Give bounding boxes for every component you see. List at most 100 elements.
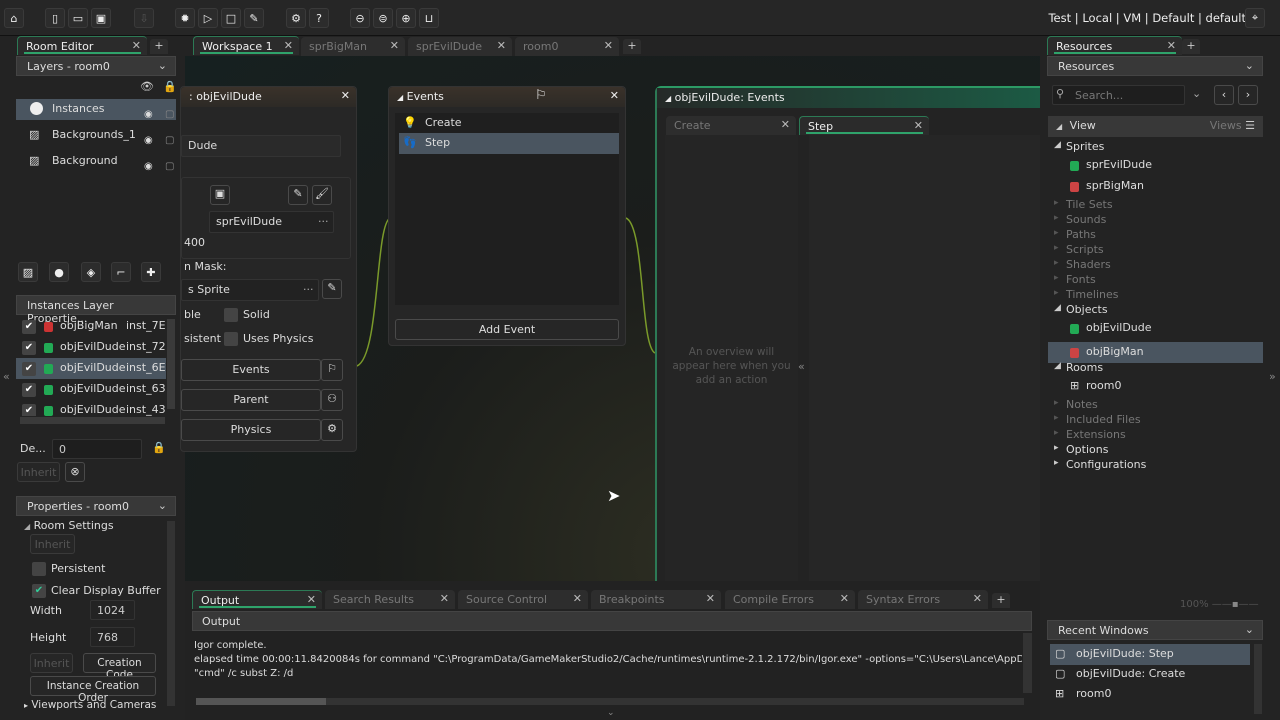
instance-row[interactable]: ✔ objEvilDude inst_72(: [16, 337, 166, 358]
close-icon[interactable]: ✕: [440, 592, 449, 605]
room-settings-section[interactable]: ◢ Room Settings: [24, 519, 164, 532]
recent-scrollbar[interactable]: [1254, 644, 1262, 714]
collapsed-icon[interactable]: ▸: [1054, 213, 1059, 223]
parent-icon[interactable]: ⚇: [321, 389, 343, 411]
chevron-down-icon[interactable]: ⌄: [1192, 87, 1201, 100]
resource-empty-notes[interactable]: ▸ Notes: [1048, 398, 1263, 413]
close-icon[interactable]: ✕: [573, 592, 582, 605]
instance-row[interactable]: ✔ objBigMan inst_7E(: [16, 316, 166, 337]
creation-code-button[interactable]: Creation Code: [83, 653, 156, 681]
open-project-icon[interactable]: ▭: [68, 8, 88, 28]
layer-visibility-icons[interactable]: ◉ ◉ ◉: [144, 102, 153, 180]
layer-lock-icons[interactable]: ▢ ▢ ▢: [165, 102, 174, 180]
save-icon[interactable]: ▣: [91, 8, 111, 28]
resource-empty-shaders[interactable]: ▸ Shaders: [1048, 258, 1263, 273]
resource-empty-tile-sets[interactable]: ▸ Tile Sets: [1048, 198, 1263, 213]
collapse-overview-icon[interactable]: «: [798, 360, 805, 373]
target-icon[interactable]: ⌖: [1245, 8, 1265, 28]
events-titlebar[interactable]: ◢ Events ⚐ ✕: [389, 87, 625, 107]
persistent-checkbox[interactable]: [32, 562, 46, 576]
resource-empty-extensions[interactable]: ▸ Extensions: [1048, 428, 1263, 443]
resource-group-configurations[interactable]: ▸ Configurations: [1048, 458, 1263, 473]
resource-item-sprbigman[interactable]: sprBigMan: [1048, 179, 1263, 194]
target-selector[interactable]: Test | Local | VM | Default | default: [1048, 11, 1246, 25]
properties-scrollbar[interactable]: [167, 521, 175, 706]
inherit-button[interactable]: Inherit: [30, 653, 73, 673]
expanded-icon[interactable]: ◢: [1054, 140, 1061, 150]
close-icon[interactable]: ✕: [706, 592, 715, 605]
uses-physics-checkbox[interactable]: [224, 332, 238, 346]
output-horizontal-scrollbar[interactable]: [196, 698, 1024, 705]
resource-group-objects[interactable]: ◢ Objects: [1048, 303, 1263, 318]
scrollbar-thumb[interactable]: [196, 698, 326, 705]
zoom-reset-icon[interactable]: ⊜: [373, 8, 393, 28]
instance-row-selected[interactable]: ✔ objEvilDudeinst_6E2: [16, 358, 166, 379]
clear-display-buffer-checkbox[interactable]: ✔: [32, 584, 46, 598]
forward-icon[interactable]: ›: [1238, 85, 1258, 105]
close-icon[interactable]: ✕: [840, 592, 849, 605]
resource-empty-included-files[interactable]: ▸ Included Files: [1048, 413, 1263, 428]
resources-header[interactable]: Resources ⌄: [1047, 56, 1263, 76]
recent-item-objevildude-create[interactable]: ▢ objEvilDude: Create: [1050, 664, 1250, 685]
edit-mask-icon[interactable]: ✎: [322, 279, 342, 299]
viewports-section[interactable]: ▸ Viewports and Cameras: [24, 699, 156, 710]
resource-group-sprites[interactable]: ◢ Sprites: [1048, 140, 1263, 155]
tab-compile-errors[interactable]: Compile Errors ✕: [725, 590, 855, 609]
collapsed-icon[interactable]: ▸: [1054, 443, 1059, 453]
collapsed-icon[interactable]: ▸: [1054, 428, 1059, 438]
expanded-icon[interactable]: ◢: [1054, 303, 1061, 313]
resource-item-objbigman[interactable]: objBigMan: [1048, 342, 1263, 363]
checkbox[interactable]: ✔: [22, 341, 36, 355]
tab-source-control[interactable]: Source Control ✕: [458, 590, 588, 609]
clear-icon[interactable]: ⊗: [65, 462, 85, 482]
close-icon[interactable]: ✕: [973, 592, 982, 605]
checkbox[interactable]: ✔: [22, 404, 36, 416]
tab-breakpoints[interactable]: Breakpoints ✕: [591, 590, 721, 609]
checkbox[interactable]: ✔: [22, 362, 36, 376]
add-tab-button[interactable]: +: [1182, 39, 1200, 54]
object-editor-titlebar[interactable]: : objEvilDude ✕: [181, 87, 356, 107]
debug-icon[interactable]: ✹: [175, 8, 195, 28]
resource-item-sprevildude[interactable]: sprEvilDude: [1048, 158, 1263, 173]
recent-windows-header[interactable]: Recent Windows ⌄: [1047, 620, 1263, 640]
collapse-right-icon[interactable]: »: [1269, 370, 1276, 383]
flag-icon[interactable]: ⚐: [535, 88, 547, 103]
resource-empty-scripts[interactable]: ▸ Scripts: [1048, 243, 1263, 258]
recent-item-objevildude-step[interactable]: ▢ objEvilDude: Step: [1050, 644, 1250, 665]
layers-header[interactable]: Layers - room0 ⌄: [16, 56, 176, 76]
physics-button[interactable]: Physics: [181, 419, 321, 441]
tab-step[interactable]: Step ✕: [799, 116, 929, 135]
add-instance-layer-icon[interactable]: ●: [49, 262, 69, 282]
add-folder-icon[interactable]: ✚: [141, 262, 161, 282]
close-icon[interactable]: ✕: [284, 39, 293, 52]
expanded-icon[interactable]: ◢: [1054, 361, 1061, 371]
instance-row[interactable]: ✔ objEvilDude inst_63:: [16, 379, 166, 400]
collapsed-icon[interactable]: ▸: [1054, 458, 1059, 468]
run-icon[interactable]: ▷: [198, 8, 218, 28]
add-event-button[interactable]: Add Event: [395, 319, 619, 340]
checkbox[interactable]: ✔: [22, 383, 36, 397]
instance-row[interactable]: ✔ objEvilDude inst_43(: [16, 400, 166, 416]
resource-item-objevildude[interactable]: objEvilDude: [1048, 321, 1263, 336]
search-input[interactable]: Search...: [1052, 85, 1185, 105]
vertical-scrollbar[interactable]: [167, 319, 175, 409]
horizontal-scrollbar[interactable]: [20, 417, 165, 424]
depth-input[interactable]: 0: [52, 439, 142, 459]
close-icon[interactable]: ✕: [781, 118, 790, 131]
close-icon[interactable]: ✕: [497, 39, 506, 52]
recent-item-room0[interactable]: ⊞ room0: [1050, 684, 1250, 705]
close-icon[interactable]: ✕: [604, 39, 613, 52]
zoom-in-icon[interactable]: ⊕: [396, 8, 416, 28]
collapse-left-icon[interactable]: «: [3, 370, 10, 383]
browse-icon[interactable]: ···: [318, 215, 329, 228]
events-button[interactable]: Events: [181, 359, 321, 381]
object-name-input[interactable]: Dude: [181, 135, 341, 157]
visibility-icon[interactable]: 👁: [140, 80, 154, 93]
resource-empty-paths[interactable]: ▸ Paths: [1048, 228, 1263, 243]
new-sprite-icon[interactable]: ▣: [210, 185, 230, 205]
lock-icon[interactable]: 🔒: [163, 80, 177, 93]
solid-checkbox[interactable]: [224, 308, 238, 322]
close-icon[interactable]: ✕: [341, 89, 350, 102]
properties-header[interactable]: Properties - room0 ⌄: [16, 496, 176, 516]
flag-icon[interactable]: ⚐: [321, 359, 343, 381]
